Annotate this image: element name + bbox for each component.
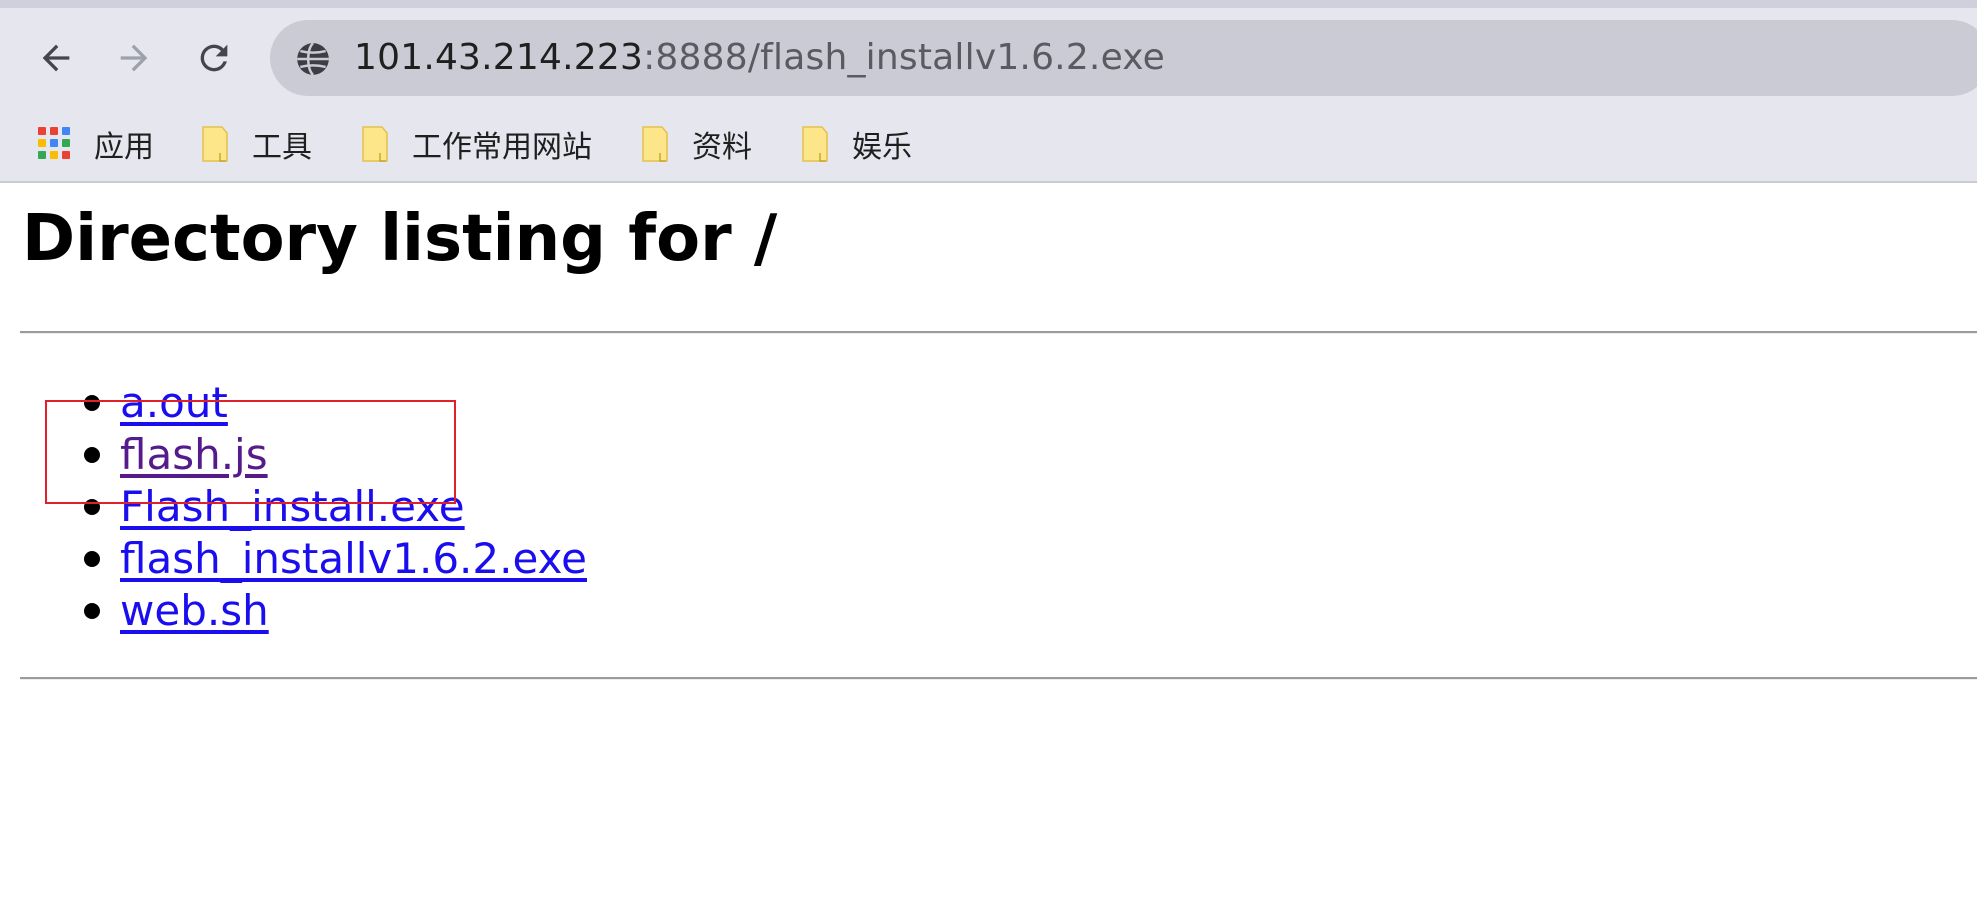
bottom-divider [20, 677, 1977, 680]
reload-icon [200, 44, 228, 72]
bookmark-folder-entertainment[interactable]: 娱乐 [800, 118, 912, 170]
bookmark-folder-resources[interactable]: 资料 [640, 118, 752, 170]
bullet [84, 603, 100, 619]
folder-icon [802, 126, 828, 162]
globe-icon[interactable] [294, 40, 332, 78]
folder-icon [362, 126, 388, 162]
bookmark-apps[interactable]: 应用 [38, 118, 154, 170]
file-link-flash-installv162-exe[interactable]: flash_installv1.6.2.exe [120, 533, 587, 585]
window-top-strip [0, 0, 1977, 8]
apps-grid-icon [38, 127, 72, 161]
bookmark-folder-work-sites[interactable]: 工作常用网站 [360, 118, 592, 170]
folder-icon [642, 126, 668, 162]
file-link-web-sh[interactable]: web.sh [120, 585, 269, 637]
back-button[interactable] [30, 32, 82, 84]
reload-button[interactable] [188, 32, 240, 84]
bookmark-label: 应用 [94, 130, 154, 165]
browser-toolbar: 101.43.214.223:8888/flash_installv1.6.2.… [0, 8, 1977, 183]
arrow-left-icon [42, 44, 70, 72]
url-path: :8888/flash_installv1.6.2.exe [643, 37, 1166, 78]
bookmark-label: 娱乐 [852, 130, 912, 165]
bookmark-label: 资料 [692, 130, 752, 165]
url-text[interactable]: 101.43.214.223:8888/flash_installv1.6.2.… [354, 32, 1165, 84]
url-host: 101.43.214.223 [354, 37, 644, 78]
bookmarks-bar: 应用 工具 工作常用网站 资料 娱乐 [0, 118, 1977, 170]
bookmark-label: 工作常用网站 [412, 130, 592, 165]
forward-button[interactable] [108, 32, 160, 84]
bookmark-folder-tools[interactable]: 工具 [200, 118, 312, 170]
folder-icon [202, 126, 228, 162]
page-title: Directory listing for / [22, 202, 778, 276]
annotation-highlight-box [45, 400, 456, 504]
bookmark-label: 工具 [252, 130, 312, 165]
bullet [84, 551, 100, 567]
arrow-right-icon [120, 44, 148, 72]
address-bar[interactable]: 101.43.214.223:8888/flash_installv1.6.2.… [270, 20, 1977, 96]
top-divider [20, 331, 1977, 334]
